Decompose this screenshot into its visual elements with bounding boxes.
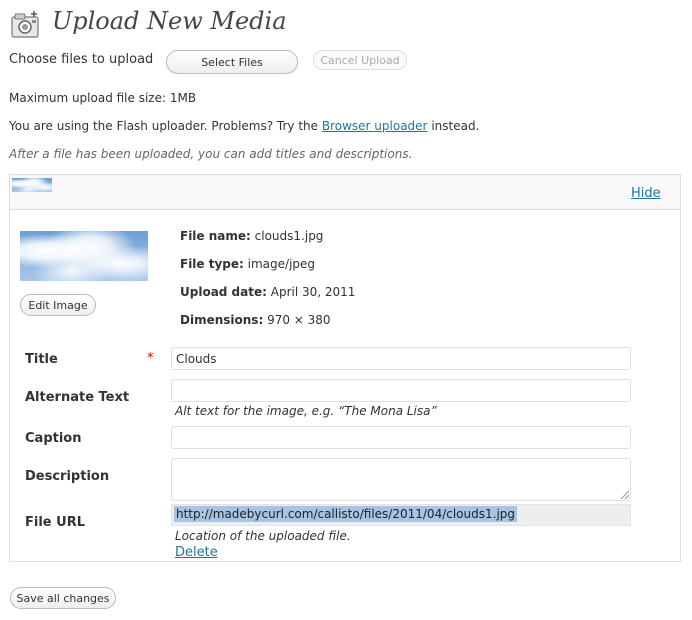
save-all-changes-button[interactable]: Save all changes <box>10 587 116 609</box>
flash-notice-suffix: instead. <box>427 119 480 133</box>
title-label: Title <box>25 352 58 367</box>
alternate-text-input[interactable] <box>171 379 631 402</box>
flash-notice-prefix: You are using the Flash uploader. Proble… <box>9 119 322 133</box>
file-url-value[interactable]: http://madebycurl.com/callisto/files/201… <box>174 506 518 522</box>
file-name-label: File name: <box>180 229 251 243</box>
upload-date-row: Upload date: April 30, 2011 <box>180 285 355 299</box>
dimensions-value: 970 × 380 <box>267 313 331 327</box>
flash-uploader-notice: You are using the Flash uploader. Proble… <box>9 119 479 133</box>
caption-label: Caption <box>25 431 82 446</box>
title-input[interactable] <box>171 347 631 370</box>
browser-uploader-link[interactable]: Browser uploader <box>322 119 428 133</box>
upload-date-label: Upload date: <box>180 285 267 299</box>
description-textarea[interactable] <box>171 458 631 501</box>
file-name-row: File name: clouds1.jpg <box>180 229 323 243</box>
resize-grip-icon[interactable] <box>621 491 629 499</box>
edit-image-button[interactable]: Edit Image <box>20 294 96 316</box>
dimensions-row: Dimensions: 970 × 380 <box>180 313 331 327</box>
description-label: Description <box>25 469 110 484</box>
cancel-upload-button[interactable]: Cancel Upload <box>313 50 407 70</box>
upload-hint: After a file has been uploaded, you can … <box>9 147 413 161</box>
file-url-help: Location of the uploaded file. <box>175 529 351 543</box>
upload-date-value: April 30, 2011 <box>270 285 356 299</box>
media-thumbnail <box>20 231 148 281</box>
media-thumbnail-small <box>12 178 52 192</box>
alternate-text-help: Alt text for the image, e.g. “The Mona L… <box>175 404 437 418</box>
media-item-header <box>10 175 680 210</box>
choose-files-label: Choose files to upload <box>9 52 154 67</box>
hide-link[interactable]: Hide <box>631 186 661 201</box>
file-url-label: File URL <box>25 515 85 530</box>
file-name-value: clouds1.jpg <box>254 229 324 243</box>
page-title: Upload New Media <box>52 7 287 35</box>
delete-link[interactable]: Delete <box>175 545 218 560</box>
file-type-row: File type: image/jpeg <box>180 257 315 271</box>
select-files-button[interactable]: Select Files <box>166 50 298 74</box>
alternate-text-label: Alternate Text <box>25 390 130 405</box>
file-type-value: image/jpeg <box>247 257 316 271</box>
caption-input[interactable] <box>171 426 631 449</box>
required-marker: * <box>147 351 154 366</box>
media-upload-icon <box>10 9 42 41</box>
max-upload-size-text: Maximum upload file size: 1MB <box>9 91 197 105</box>
dimensions-label: Dimensions: <box>180 313 264 327</box>
file-type-label: File type: <box>180 257 244 271</box>
